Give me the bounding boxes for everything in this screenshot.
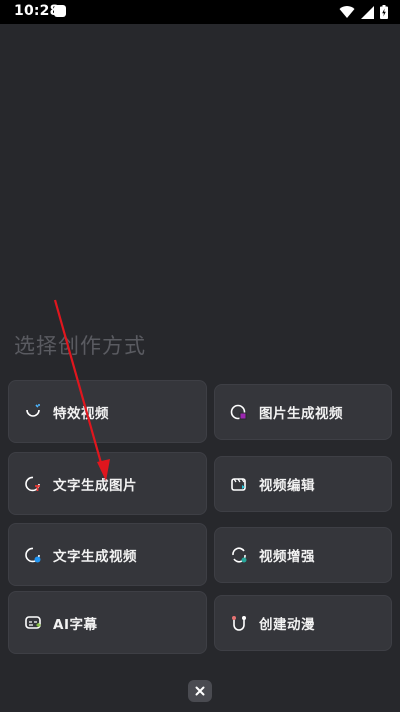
close-icon — [195, 686, 205, 696]
status-bar: 10:28 — [0, 0, 400, 24]
option-create-anime[interactable]: 创建动漫 — [214, 595, 392, 651]
notification-square-icon — [54, 5, 66, 17]
option-label: AI字幕 — [53, 616, 98, 633]
signal-icon — [361, 5, 374, 19]
effects-video-icon — [23, 402, 43, 422]
option-label: 文字生成视频 — [53, 548, 137, 565]
option-label: 创建动漫 — [259, 617, 315, 633]
status-time: 10:28 — [14, 3, 60, 19]
option-label: 文字生成图片 — [53, 477, 137, 494]
video-enhance-icon — [229, 545, 249, 565]
option-video-edit[interactable]: 视频编辑 — [214, 456, 392, 512]
option-text-to-image[interactable]: 文字生成图片 — [8, 452, 207, 515]
create-anime-icon — [229, 613, 249, 633]
option-text-to-video[interactable]: 文字生成视频 — [8, 523, 207, 586]
image-to-video-icon — [229, 402, 249, 422]
sheet-title: 选择创作方式 — [14, 334, 146, 358]
text-to-image-icon — [23, 474, 43, 494]
ai-subtitle-icon — [23, 613, 43, 633]
option-image-to-video[interactable]: 图片生成视频 — [214, 384, 392, 440]
option-ai-subtitle[interactable]: AI字幕 — [8, 591, 207, 654]
battery-icon — [380, 5, 388, 19]
close-button[interactable] — [188, 680, 212, 702]
option-label: 特效视频 — [53, 405, 109, 422]
text-to-video-icon — [23, 545, 43, 565]
option-label: 视频增强 — [259, 549, 315, 565]
option-label: 图片生成视频 — [259, 406, 343, 422]
video-edit-icon — [229, 474, 249, 494]
status-icons — [339, 4, 388, 20]
option-label: 视频编辑 — [259, 478, 315, 494]
option-effects-video[interactable]: 特效视频 — [8, 380, 207, 443]
wifi-icon — [339, 6, 355, 19]
option-video-enhance[interactable]: 视频增强 — [214, 527, 392, 583]
